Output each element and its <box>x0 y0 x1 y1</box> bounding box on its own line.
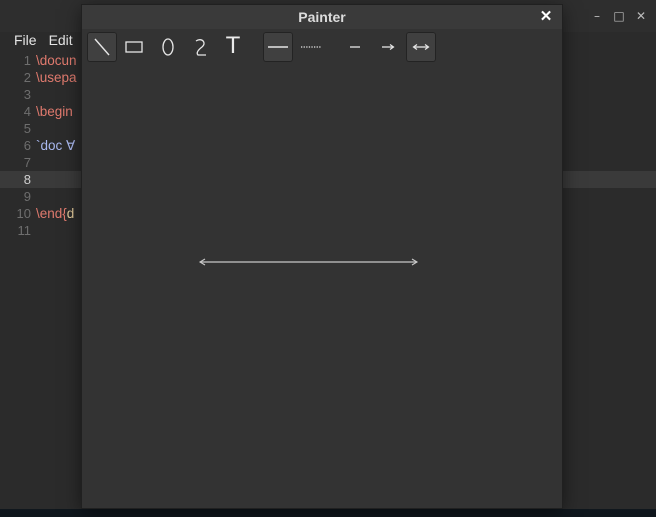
maximize-button[interactable]: □ <box>612 8 626 24</box>
text-tool-icon: T <box>226 34 240 59</box>
line-tool-button[interactable] <box>87 32 117 62</box>
code-text: \usepa <box>36 69 77 86</box>
desktop: – □ ✕ File Edit 1 \docun 2 \usepa 3 4 \begin 5 6… <box>0 0 656 517</box>
line-number: 9 <box>23 189 31 204</box>
curve-tool-button[interactable] <box>186 32 216 62</box>
window-controls: – □ ✕ <box>590 8 648 24</box>
code-token: \begin <box>36 104 73 119</box>
code-token: \end{ <box>36 206 67 221</box>
menu-file[interactable]: File <box>14 32 37 50</box>
painter-title: Painter <box>298 9 346 25</box>
rectangle-tool-button[interactable] <box>119 32 149 62</box>
code-text: `doc ∀ <box>36 137 75 154</box>
line-number: 6 <box>23 138 31 153</box>
arrow-both-icon <box>412 44 430 50</box>
code-text: \begin <box>36 103 73 120</box>
line-number: 8 <box>23 172 31 187</box>
single-arrow-button[interactable] <box>373 32 403 62</box>
drawn-double-arrow-line[interactable] <box>198 258 419 266</box>
painter-toolbar: T <box>82 31 562 65</box>
minimize-button[interactable]: – <box>590 8 604 24</box>
text-tool-button[interactable]: T <box>218 32 248 62</box>
code-token: `doc ∀ <box>36 138 76 153</box>
close-window-button[interactable]: ✕ <box>634 8 648 24</box>
code-text: \end{d <box>36 205 74 222</box>
painter-dialog: Painter ✕ T <box>82 5 562 508</box>
drawing-canvas[interactable] <box>82 67 562 508</box>
line-number: 2 <box>23 70 31 85</box>
line-number: 5 <box>23 121 31 136</box>
line-number: 7 <box>23 155 31 170</box>
line-number: 1 <box>23 53 31 68</box>
line-number: 3 <box>23 87 31 102</box>
line-tool-icon <box>94 38 110 56</box>
code-token: d <box>66 206 75 221</box>
solid-line-icon <box>268 46 288 48</box>
ellipse-icon <box>162 38 174 56</box>
line-number: 11 <box>17 223 32 238</box>
menu-edit[interactable]: Edit <box>49 32 73 50</box>
code-token: \docun <box>36 53 77 68</box>
no-arrow-icon <box>350 46 360 48</box>
double-arrow-button[interactable] <box>406 32 436 62</box>
rectangle-icon <box>125 41 143 53</box>
painter-close-button[interactable]: ✕ <box>538 8 554 26</box>
ellipse-tool-button[interactable] <box>153 32 183 62</box>
canvas-svg <box>198 258 419 266</box>
arrow-right-icon <box>382 44 395 50</box>
dotted-line-icon <box>301 46 321 48</box>
code-token: \usepa <box>36 70 77 85</box>
line-number: 4 <box>23 104 31 119</box>
painter-titlebar: Painter ✕ <box>82 5 562 29</box>
code-text: \docun <box>36 52 77 69</box>
no-arrow-button[interactable] <box>340 32 370 62</box>
solid-line-style-button[interactable] <box>263 32 293 62</box>
dotted-line-style-button[interactable] <box>296 32 326 62</box>
menubar: File Edit <box>0 32 73 50</box>
curve-icon <box>195 39 206 56</box>
line-number: 10 <box>16 206 31 221</box>
